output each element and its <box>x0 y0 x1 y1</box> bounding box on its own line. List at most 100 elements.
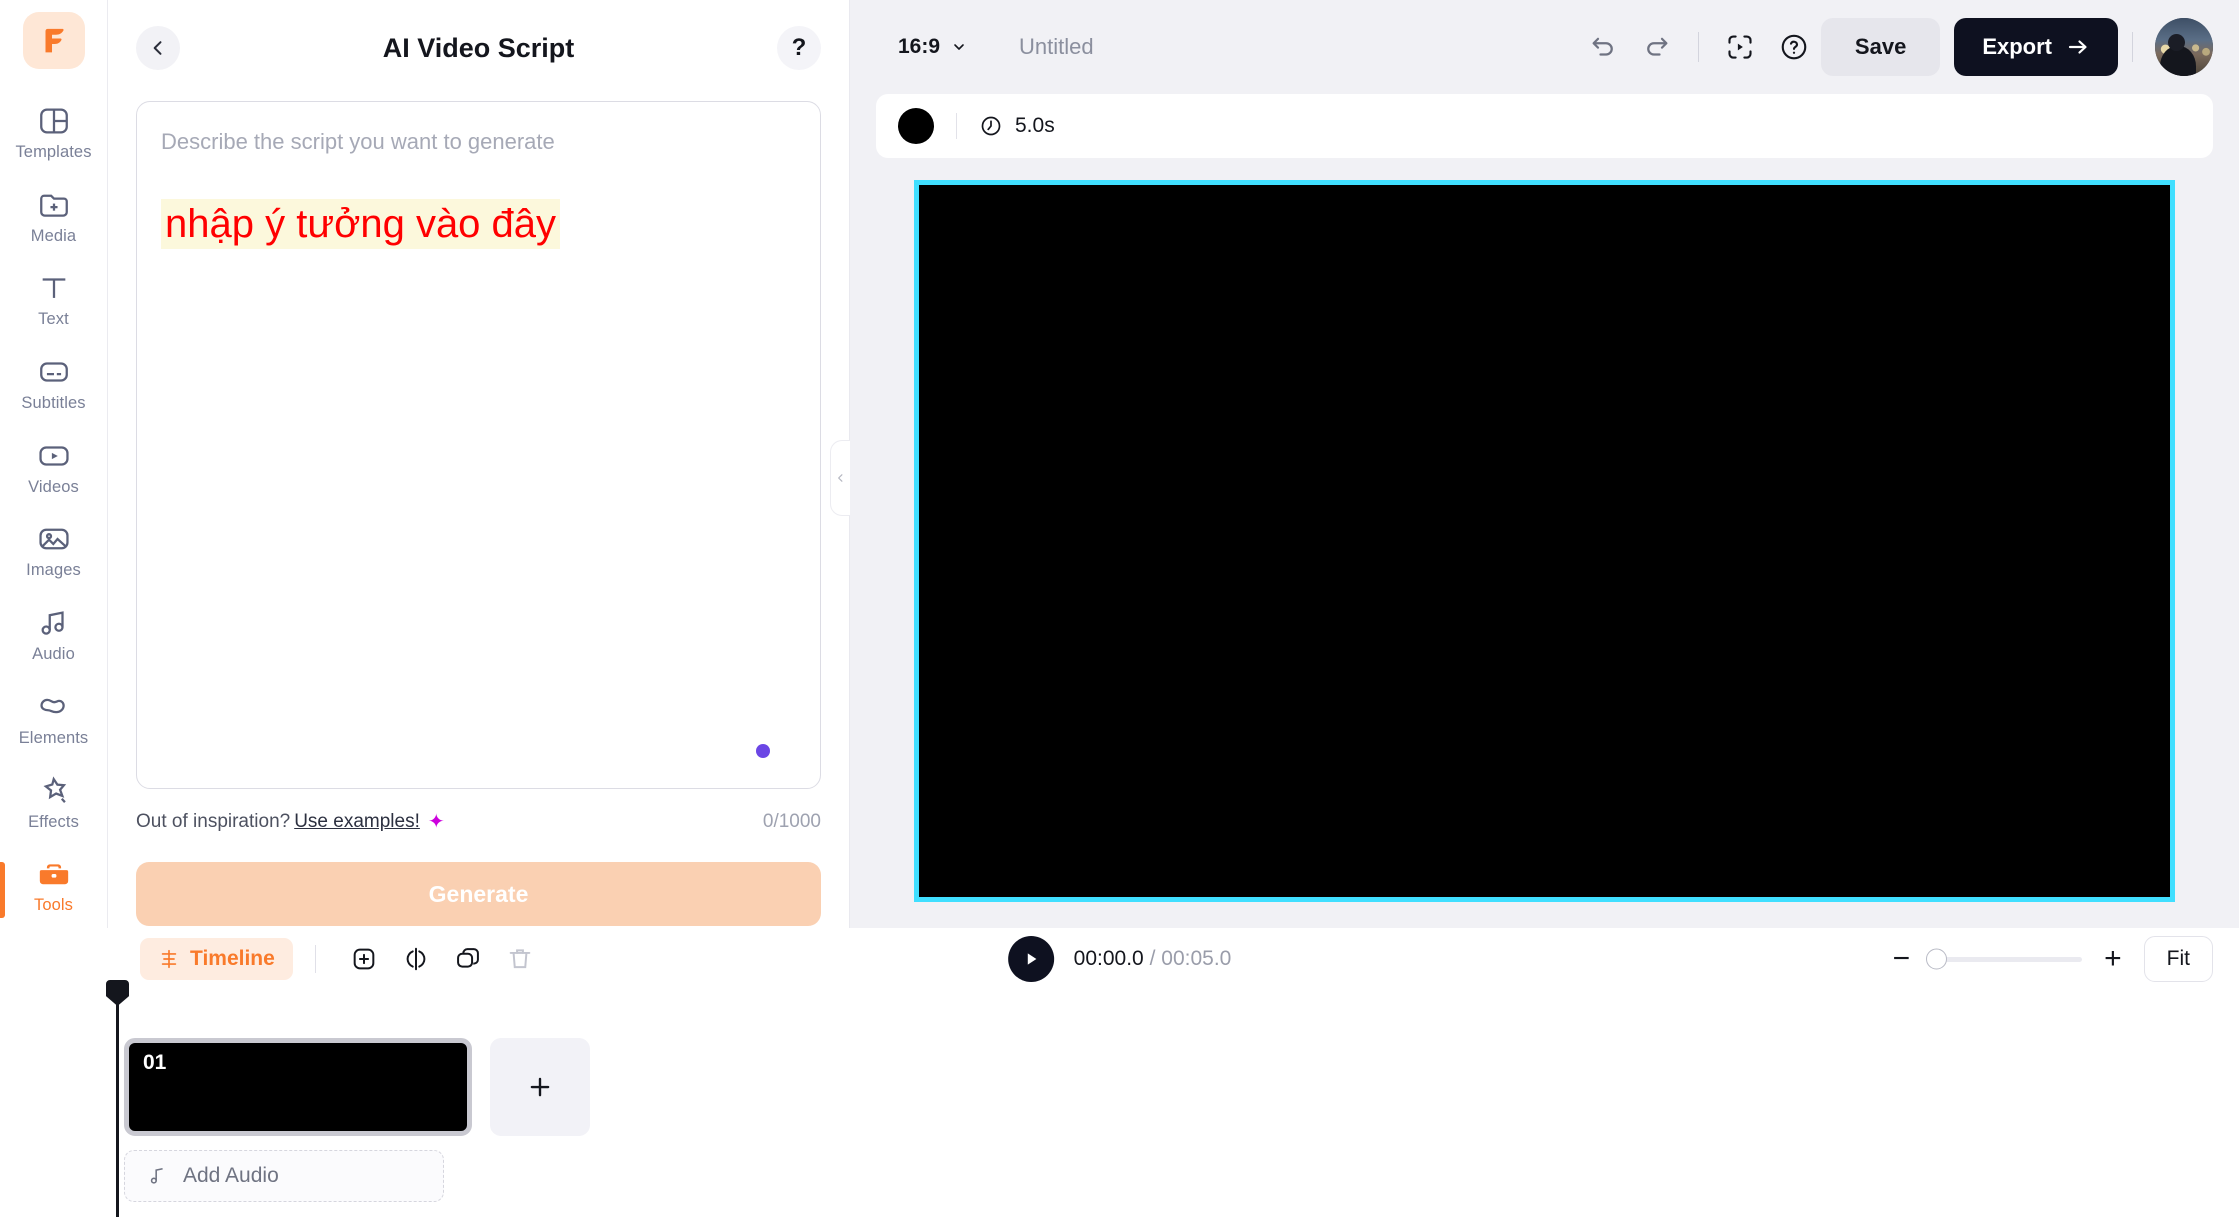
plus-square-icon <box>353 948 375 970</box>
time-divider: / <box>1149 947 1156 970</box>
sidebar-item-label: Tools <box>33 896 74 915</box>
help-button[interactable] <box>1767 20 1821 74</box>
media-folder-plus-icon <box>39 194 68 217</box>
preview-button[interactable] <box>1713 20 1767 74</box>
zoom-controls: − + Fit <box>1893 936 2239 982</box>
sidebar-item-subtitles[interactable]: Subtitles <box>0 342 108 426</box>
top-region: Templates Media Text Subtitles Videos Im… <box>0 0 2239 928</box>
inspiration-text: Out of inspiration? <box>136 810 291 832</box>
flexclip-f-logo-icon <box>45 28 64 52</box>
panel-collapse-handle[interactable] <box>830 440 850 516</box>
scene-clip-01[interactable]: 01 <box>124 1038 472 1136</box>
sidebar-item-label: Elements <box>18 728 89 747</box>
clock-icon <box>981 116 1001 136</box>
sidebar-item-label: Templates <box>15 142 92 161</box>
redo-button[interactable] <box>1630 20 1684 74</box>
add-scene-button[interactable] <box>490 1038 590 1136</box>
sidebar-item-media[interactable]: Media <box>0 175 108 259</box>
use-examples-link[interactable]: Use examples! <box>294 811 420 833</box>
sidebar-item-label: Media <box>30 226 77 245</box>
panel-header: AI Video Script ? <box>108 0 849 96</box>
trash-icon <box>509 949 531 969</box>
sidebar-item-tools[interactable]: Tools <box>0 844 108 928</box>
templates-icon <box>39 108 68 134</box>
music-note-icon <box>150 1167 163 1184</box>
fit-button[interactable]: Fit <box>2143 936 2213 982</box>
document-title[interactable]: Untitled <box>1019 34 1094 60</box>
sidebar-item-images[interactable]: Images <box>0 510 108 594</box>
sidebar-item-label: Subtitles <box>21 393 86 412</box>
avatar[interactable] <box>2155 17 2213 76</box>
scene-color-swatch[interactable] <box>898 107 934 144</box>
time-display: 00:00.0 / 00:05.0 <box>1074 947 1232 971</box>
elements-shapes-icon <box>39 698 65 714</box>
split-clip-button[interactable] <box>390 933 442 985</box>
sidebar-item-templates[interactable]: Templates <box>0 91 108 175</box>
export-label: Export <box>1982 33 2052 59</box>
scene-duration-control[interactable]: 5.0s <box>979 114 1055 138</box>
play-button[interactable] <box>1007 936 1054 982</box>
save-button[interactable]: Save <box>1820 17 1941 76</box>
preview-play-icon <box>1728 35 1752 59</box>
text-icon <box>42 278 65 299</box>
back-button[interactable] <box>136 26 180 70</box>
zoom-slider[interactable] <box>1926 948 2083 970</box>
video-preview-canvas[interactable] <box>914 180 2175 902</box>
sidebar-item-elements[interactable]: Elements <box>0 677 108 761</box>
sidebar-item-label: Audio <box>32 645 75 664</box>
scene-bar-divider <box>956 112 957 139</box>
current-time: 00:00.0 <box>1073 947 1144 970</box>
scene-properties-bar: 5.0s <box>876 93 2213 158</box>
scene-duration-value: 5.0s <box>1015 113 1055 137</box>
prompt-placeholder: Describe the script you want to generate <box>161 129 555 154</box>
effects-star-icon <box>43 775 66 803</box>
export-button[interactable]: Export <box>1954 17 2118 76</box>
sidebar-item-label: Videos <box>28 477 79 496</box>
sparkle-icon: ✦ <box>427 811 445 833</box>
character-counter: 0/1000 <box>762 810 821 832</box>
zoom-out-button[interactable]: − <box>1893 944 1911 974</box>
sidebar-item-label: Images <box>26 561 81 580</box>
prompt-meta-row: Out of inspiration? Use examples! ✦ 0/10… <box>136 809 821 834</box>
toolbar-right-group: Save Export <box>1576 17 2213 76</box>
duplicate-clip-button[interactable] <box>442 933 494 985</box>
sidebar-item-videos[interactable]: Videos <box>0 426 108 510</box>
script-prompt-box[interactable]: Describe the script you want to generate… <box>136 101 821 789</box>
scene-number: 01 <box>143 1051 167 1074</box>
duplicate-icon <box>456 948 479 968</box>
videos-play-icon <box>38 446 69 466</box>
left-icon-rail: Templates Media Text Subtitles Videos Im… <box>0 0 108 928</box>
undo-button[interactable] <box>1576 20 1630 74</box>
sidebar-item-text[interactable]: Text <box>0 258 108 342</box>
add-audio-track[interactable]: Add Audio <box>124 1150 444 1202</box>
sidebar-item-audio[interactable]: Audio <box>0 593 108 677</box>
timeline-tools-group: Timeline <box>0 933 546 985</box>
timeline-tab-label: Timeline <box>190 947 275 970</box>
timeline-content: 01 Add Audio <box>0 990 590 1217</box>
chevron-left-icon <box>153 41 162 55</box>
app-logo[interactable] <box>22 12 85 70</box>
aspect-ratio-value: 16:9 <box>898 34 941 58</box>
help-circle-icon <box>1781 34 1807 60</box>
ai-video-script-panel: AI Video Script ? Describe the script yo… <box>108 0 850 928</box>
app-root: Templates Media Text Subtitles Videos Im… <box>0 0 2239 1217</box>
cursor-dot-indicator <box>756 744 770 758</box>
total-time: 00:05.0 <box>1161 947 1232 970</box>
add-clip-button[interactable] <box>338 933 390 985</box>
delete-clip-button[interactable] <box>494 933 546 985</box>
sidebar-item-effects[interactable]: Effects <box>0 761 108 845</box>
zoom-in-button[interactable]: + <box>2104 944 2122 974</box>
plus-icon <box>530 1077 550 1097</box>
sidebar-item-label: Effects <box>28 812 79 831</box>
aspect-ratio-selector[interactable]: 16:9 <box>898 35 967 59</box>
panel-help-button[interactable]: ? <box>777 26 821 70</box>
page-title: AI Video Script <box>382 32 575 63</box>
annotation-note: nhập ý tưởng vào đây <box>161 198 561 249</box>
zoom-slider-knob[interactable] <box>1926 948 1948 970</box>
playhead[interactable] <box>106 980 129 1217</box>
generate-button[interactable]: Generate <box>136 862 821 926</box>
timeline-tab[interactable]: Timeline <box>140 938 293 980</box>
redo-icon <box>1647 37 1668 56</box>
chevron-down-icon <box>954 44 964 50</box>
inspiration-row: Out of inspiration? Use examples! ✦ <box>136 809 445 834</box>
